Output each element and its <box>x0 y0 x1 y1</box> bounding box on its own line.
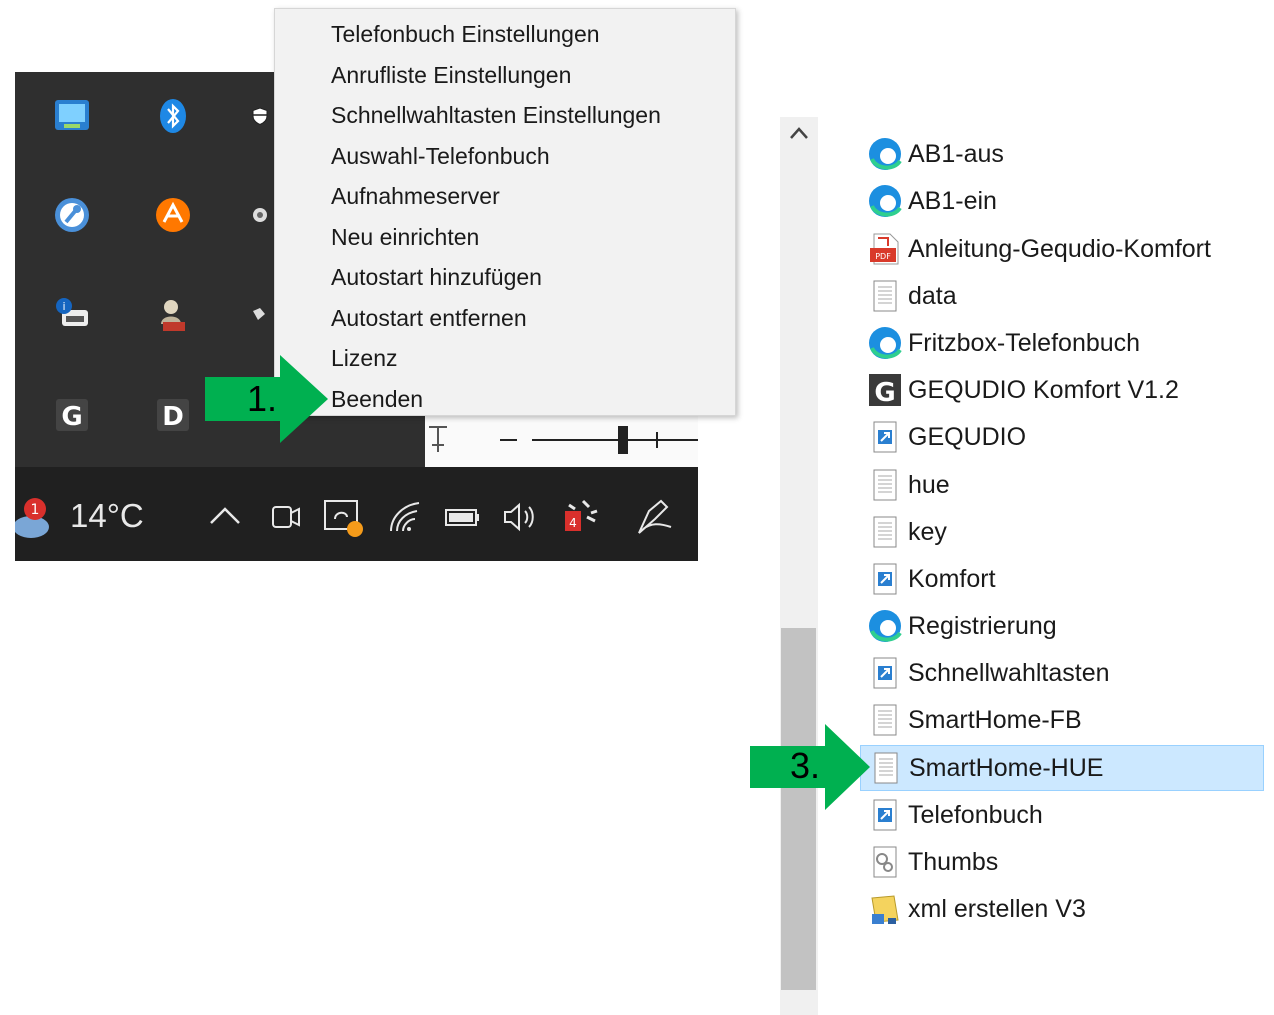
pdf24-icon[interactable] <box>153 294 193 334</box>
file-row-ab1-ein[interactable]: AB1-ein <box>860 179 1262 223</box>
info-printer-icon[interactable]: i <box>52 294 92 334</box>
meet-now-icon[interactable] <box>267 497 307 537</box>
system-file-icon <box>873 846 897 878</box>
battery-icon[interactable] <box>443 497 483 537</box>
file-row-smarthome-hue[interactable]: SmartHome-HUE <box>860 745 1264 791</box>
step-1-label: 1. <box>247 378 278 419</box>
file-row-komfort[interactable]: Komfort <box>860 557 1262 601</box>
edge-icon <box>869 138 902 170</box>
file-name: Komfort <box>908 565 996 593</box>
file-name: AB1-ein <box>908 187 997 215</box>
wrench-tool-icon[interactable] <box>52 195 92 235</box>
pdf-icon: PDF <box>870 233 899 265</box>
text-file-icon <box>873 280 897 312</box>
svg-text:G: G <box>61 402 82 432</box>
shortcut-icon <box>873 657 897 689</box>
menu-item-auswahl-telefonbuch[interactable]: Auswahl-Telefonbuch <box>331 136 550 176</box>
menu-item-schnellwahltasten-einstellungen[interactable]: Schnellwahltasten Einstellungen <box>331 95 661 135</box>
text-file-icon <box>873 469 897 501</box>
pen-ink-icon[interactable] <box>631 497 672 537</box>
weather-icon[interactable]: 1 <box>13 497 51 538</box>
file-row-gequdio[interactable]: GEQUDIO <box>860 415 1262 459</box>
volume-slider-icon[interactable] <box>425 412 698 467</box>
file-row-fritzbox-telefonbuch[interactable]: Fritzbox-Telefonbuch <box>860 321 1262 365</box>
file-name: Thumbs <box>908 848 999 876</box>
shortcut-icon <box>873 421 897 453</box>
menu-item-autostart-hinzufuegen[interactable]: Autostart hinzufügen <box>331 257 542 297</box>
speaker-volume-icon[interactable] <box>501 497 541 537</box>
network-adapter-icon[interactable] <box>52 96 92 136</box>
d-app-tray-icon[interactable]: D <box>153 395 193 435</box>
text-file-icon <box>873 704 897 736</box>
file-name: GEQUDIO <box>908 423 1027 451</box>
file-name: Fritzbox-Telefonbuch <box>908 329 1141 357</box>
file-name: Registrierung <box>908 612 1057 640</box>
edge-icon <box>869 610 902 642</box>
calendar-notification-icon[interactable]: 4 <box>561 497 601 537</box>
file-row-gequdio-komfort-v12[interactable]: G GEQUDIO Komfort V1.2 <box>860 368 1262 412</box>
taskbar: 1 14°C 4 <box>13 467 698 561</box>
avast-antivirus-icon[interactable] <box>153 195 193 235</box>
file-row-anleitung-gequdio-komfort[interactable]: PDF Anleitung-Gequdio-Komfort <box>860 227 1262 271</box>
gequdio-app-icon: G <box>869 374 901 407</box>
file-row-ab1-aus[interactable]: AB1-aus <box>860 132 1262 176</box>
menu-item-aufnahmeserver[interactable]: Aufnahmeserver <box>331 176 500 216</box>
tool-icon[interactable] <box>250 294 270 334</box>
file-row-schnellwahltasten[interactable]: Schnellwahltasten <box>860 651 1262 695</box>
file-name: Schnellwahltasten <box>908 659 1110 687</box>
script-icon <box>871 895 899 924</box>
shortcut-icon <box>873 563 897 595</box>
chevron-up-icon[interactable] <box>205 497 245 537</box>
file-row-key[interactable]: key <box>860 510 1262 554</box>
menu-item-beenden[interactable]: Beenden <box>331 379 423 419</box>
screen-update-icon[interactable] <box>323 497 363 537</box>
scroll-up-chevron-icon[interactable] <box>780 117 818 147</box>
file-name: SmartHome-HUE <box>909 754 1104 782</box>
context-menu: Telefonbuch Einstellungen Anrufliste Ein… <box>274 8 736 416</box>
file-row-smarthome-fb[interactable]: SmartHome-FB <box>860 698 1262 742</box>
file-name: xml erstellen V3 <box>908 895 1086 923</box>
file-name: key <box>908 518 947 546</box>
file-row-hue[interactable]: hue <box>860 463 1262 507</box>
edge-icon <box>869 327 902 359</box>
gequdio-tray-icon[interactable]: G <box>52 395 92 435</box>
background-window-strip <box>425 412 698 467</box>
weather-badge: 1 <box>31 502 40 518</box>
file-name: Telefonbuch <box>908 801 1043 829</box>
edge-icon <box>869 185 902 217</box>
bluetooth-icon[interactable] <box>153 96 193 136</box>
file-row-telefonbuch[interactable]: Telefonbuch <box>860 793 1262 837</box>
svg-text:D: D <box>162 402 184 432</box>
temperature-text: 14°C <box>70 497 144 534</box>
file-name: Anleitung-Gequdio-Komfort <box>908 235 1211 263</box>
security-shield-icon[interactable] <box>250 96 270 136</box>
menu-item-anrufliste-einstellungen[interactable]: Anrufliste Einstellungen <box>331 55 571 95</box>
wifi-icon[interactable] <box>385 497 425 537</box>
menu-item-neu-einrichten[interactable]: Neu einrichten <box>331 217 479 257</box>
menu-item-telefonbuch-einstellungen[interactable]: Telefonbuch Einstellungen <box>331 14 600 54</box>
text-file-icon <box>873 516 897 548</box>
calendar-badge: 4 <box>569 516 577 530</box>
svg-text:i: i <box>62 300 65 313</box>
shortcut-icon <box>873 799 897 831</box>
file-name: GEQUDIO Komfort V1.2 <box>908 376 1179 404</box>
file-name: hue <box>908 471 950 499</box>
film-reel-icon[interactable] <box>250 195 270 235</box>
menu-item-autostart-entfernen[interactable]: Autostart entfernen <box>331 298 527 338</box>
file-row-thumbs[interactable]: Thumbs <box>860 840 1262 884</box>
file-name: data <box>908 282 957 310</box>
svg-text:G: G <box>874 378 895 407</box>
file-row-registrierung[interactable]: Registrierung <box>860 604 1262 648</box>
step-3-label: 3. <box>790 745 821 786</box>
file-row-xml-erstellen-v3[interactable]: xml erstellen V3 <box>860 887 1262 931</box>
text-file-icon <box>874 752 898 784</box>
menu-item-lizenz[interactable]: Lizenz <box>331 338 397 378</box>
svg-text:PDF: PDF <box>875 252 891 261</box>
file-row-data[interactable]: data <box>860 274 1262 318</box>
file-name: SmartHome-FB <box>908 706 1082 734</box>
file-name: AB1-aus <box>908 140 1004 168</box>
